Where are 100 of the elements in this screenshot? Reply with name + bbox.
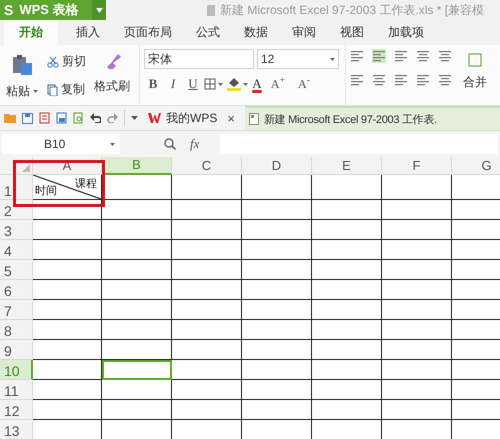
table-cell[interactable] xyxy=(33,240,102,260)
table-cell[interactable] xyxy=(33,300,102,320)
italic-button[interactable]: I xyxy=(164,76,182,92)
table-cell[interactable] xyxy=(102,220,172,240)
indent-decrease-icon[interactable] xyxy=(416,49,430,63)
table-cell[interactable] xyxy=(382,280,452,300)
document-tab[interactable]: 我的WPS xyxy=(144,107,222,129)
table-cell[interactable] xyxy=(242,220,312,240)
table-cell[interactable] xyxy=(242,260,312,280)
table-cell[interactable] xyxy=(102,200,172,220)
ribbon-tab[interactable]: 公式 xyxy=(184,20,232,45)
table-cell[interactable] xyxy=(172,220,242,240)
table-cell[interactable] xyxy=(242,300,312,320)
table-cell[interactable] xyxy=(382,175,452,200)
column-header[interactable]: D xyxy=(242,157,312,175)
table-cell[interactable] xyxy=(242,175,312,200)
row-header[interactable]: 12 xyxy=(0,400,33,420)
table-cell[interactable] xyxy=(33,260,102,280)
table-cell[interactable] xyxy=(172,200,242,220)
table-cell[interactable] xyxy=(382,360,452,380)
table-cell[interactable] xyxy=(33,220,102,240)
row-header[interactable]: 9 xyxy=(0,340,33,360)
table-cell[interactable] xyxy=(382,400,452,420)
table-cell[interactable] xyxy=(102,400,172,420)
table-cell[interactable] xyxy=(382,260,452,280)
table-cell[interactable] xyxy=(33,200,102,220)
table-cell[interactable] xyxy=(242,340,312,360)
preview-icon[interactable] xyxy=(73,112,84,124)
border-icon[interactable] xyxy=(204,78,224,90)
table-cell[interactable] xyxy=(312,300,382,320)
table-cell[interactable] xyxy=(382,300,452,320)
font-size-field[interactable]: 12 xyxy=(257,49,339,69)
table-cell[interactable] xyxy=(382,200,452,220)
undo-icon[interactable] xyxy=(90,113,101,123)
table-cell[interactable] xyxy=(312,360,382,380)
document-tab[interactable]: 新建 Microsoft Excel 97-2003 工作表. xyxy=(244,106,500,130)
table-cell[interactable] xyxy=(382,380,452,400)
format-painter-button[interactable]: 格式刷 xyxy=(93,77,131,96)
ribbon-tab[interactable]: 加载项 xyxy=(376,20,436,45)
row-header[interactable]: 5 xyxy=(0,260,33,280)
table-cell[interactable] xyxy=(102,340,172,360)
table-cell[interactable] xyxy=(312,240,382,260)
name-box[interactable]: B10 xyxy=(2,134,120,154)
table-cell[interactable] xyxy=(242,320,312,340)
column-header[interactable]: G xyxy=(452,157,500,175)
caret-icon[interactable] xyxy=(131,116,138,120)
table-cell[interactable] xyxy=(172,300,242,320)
fill-color-icon[interactable] xyxy=(226,76,248,90)
column-header[interactable]: E xyxy=(312,157,382,175)
shrink-font-button[interactable]: A$^{-}$ xyxy=(292,75,316,92)
table-cell[interactable] xyxy=(312,340,382,360)
row-header[interactable]: 4 xyxy=(0,240,33,260)
align-left-icon[interactable] xyxy=(350,73,364,87)
column-header[interactable]: C xyxy=(172,157,242,175)
active-cell[interactable] xyxy=(102,360,172,380)
function-button[interactable]: fx xyxy=(190,136,220,152)
table-cell[interactable] xyxy=(382,340,452,360)
table-cell[interactable] xyxy=(33,360,102,380)
table-cell[interactable] xyxy=(312,220,382,240)
row-header[interactable]: 11 xyxy=(0,380,33,400)
table-cell[interactable] xyxy=(312,175,382,200)
table-cell[interactable] xyxy=(172,360,242,380)
justify-icon[interactable] xyxy=(416,73,430,87)
ribbon-tab[interactable]: 页面布局 xyxy=(112,20,184,45)
table-cell[interactable] xyxy=(382,220,452,240)
distribute-icon[interactable] xyxy=(438,73,452,87)
table-cell[interactable] xyxy=(33,280,102,300)
table-cell[interactable] xyxy=(312,260,382,280)
table-cell[interactable] xyxy=(242,380,312,400)
table-cell[interactable] xyxy=(33,340,102,360)
paste-button[interactable]: 粘贴 xyxy=(5,82,39,101)
table-cell[interactable] xyxy=(242,280,312,300)
table-cell[interactable] xyxy=(172,400,242,420)
table-cell[interactable] xyxy=(242,360,312,380)
ribbon-tab[interactable]: 数据 xyxy=(232,20,280,45)
ribbon-tab[interactable]: 视图 xyxy=(328,20,376,45)
table-cell[interactable] xyxy=(172,175,242,200)
bold-button[interactable]: B xyxy=(144,76,162,92)
table-cell[interactable] xyxy=(102,380,172,400)
table-cell[interactable] xyxy=(172,340,242,360)
row-header[interactable]: 6 xyxy=(0,280,33,300)
ribbon-tab[interactable]: 开始 xyxy=(4,20,58,45)
table-cell[interactable] xyxy=(382,320,452,340)
table-cell[interactable] xyxy=(312,200,382,220)
merge-button[interactable]: 合并 xyxy=(462,73,488,92)
table-cell[interactable] xyxy=(172,380,242,400)
ribbon-tab[interactable]: 审阅 xyxy=(280,20,328,45)
table-cell[interactable] xyxy=(172,240,242,260)
grow-font-button[interactable]: A$^{+}$ xyxy=(266,75,290,92)
align-bottom-icon[interactable] xyxy=(394,49,408,63)
table-cell[interactable] xyxy=(242,400,312,420)
table-cell[interactable] xyxy=(33,400,102,420)
redo-icon[interactable] xyxy=(107,113,118,123)
zoom-icon[interactable] xyxy=(164,138,176,150)
table-cell[interactable] xyxy=(242,240,312,260)
table-cell[interactable] xyxy=(312,320,382,340)
align-middle-icon[interactable] xyxy=(372,49,386,63)
row-header[interactable]: 13 xyxy=(0,420,33,439)
row-header[interactable]: 1 xyxy=(0,175,33,200)
column-header[interactable]: F xyxy=(382,157,452,175)
